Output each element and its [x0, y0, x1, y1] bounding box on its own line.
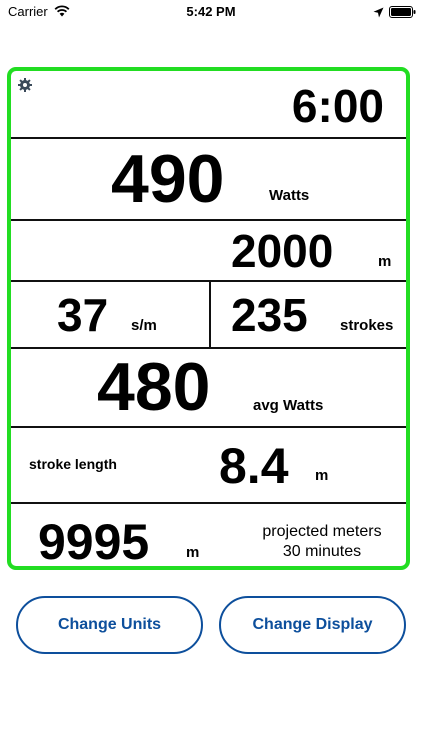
- projected-label-line2: 30 minutes: [282, 543, 362, 560]
- stroke-length-row: stroke length 8.4 m: [11, 426, 406, 502]
- location-arrow-icon: [373, 5, 384, 23]
- change-display-button[interactable]: Change Display: [219, 596, 406, 654]
- metrics-panel: 6:00 490 Watts 2000 m 37 s/m 235 strokes…: [7, 67, 410, 570]
- stroke-length-label: stroke length: [29, 456, 117, 472]
- distance-unit: m: [378, 253, 392, 270]
- stroke-rate-cell: 37 s/m: [11, 282, 211, 347]
- avg-power-unit: avg Watts: [253, 397, 324, 414]
- strokes-unit: strokes: [340, 317, 394, 334]
- elapsed-time-value: 6:00: [291, 80, 384, 132]
- distance-value: 2000: [231, 225, 334, 277]
- stroke-length-unit: m: [315, 467, 329, 484]
- stroke-rate-value: 37: [57, 289, 109, 341]
- clock-time: 5:42 PM: [186, 4, 236, 19]
- power-row: 490 Watts: [11, 137, 406, 219]
- status-bar: Carrier 5:42 PM: [0, 0, 422, 24]
- battery-icon: [389, 5, 416, 23]
- power-unit: Watts: [269, 187, 310, 204]
- avg-power-row: 480 avg Watts: [11, 347, 406, 426]
- stroke-row: 37 s/m 235 strokes: [11, 280, 406, 347]
- stroke-rate-unit: s/m: [131, 317, 157, 334]
- projected-unit: m: [186, 544, 200, 561]
- power-value: 490: [111, 141, 225, 217]
- projected-value: 9995: [38, 514, 150, 570]
- change-units-button[interactable]: Change Units: [16, 596, 203, 654]
- projected-label-line1: projected meters: [262, 523, 382, 540]
- strokes-value: 235: [231, 289, 308, 341]
- stroke-length-value: 8.4: [219, 438, 289, 494]
- projected-row: 9995 m projected meters 30 minutes: [11, 502, 406, 570]
- gear-icon[interactable]: [18, 78, 32, 97]
- avg-power-value: 480: [97, 349, 211, 425]
- projected-label: projected meters 30 minutes: [247, 522, 397, 562]
- time-row: 6:00: [11, 71, 406, 137]
- action-buttons: Change Units Change Display: [0, 596, 422, 656]
- distance-row: 2000 m: [11, 219, 406, 280]
